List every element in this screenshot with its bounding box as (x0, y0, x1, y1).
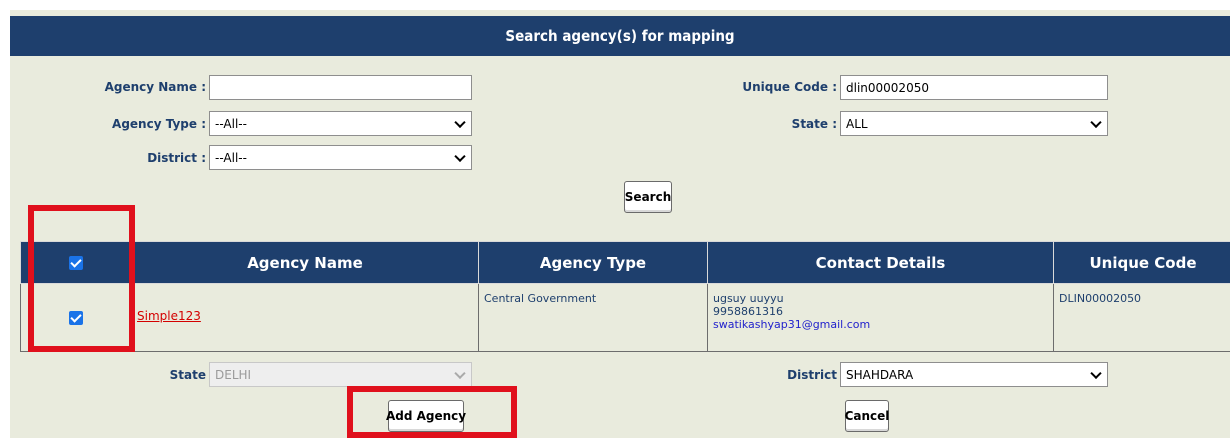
unique-code-cell: DLIN00002050 (1053, 283, 1230, 352)
results-table: Agency Name Agency Type Contact Details … (20, 241, 1230, 352)
agency-name-link[interactable]: Simple123 (137, 309, 201, 323)
district-value: --All-- (215, 150, 247, 165)
header-unique-code: Unique Code (1053, 241, 1230, 284)
header-contact-details: Contact Details (707, 241, 1054, 284)
map-district-select[interactable]: SHAHDARA (840, 362, 1108, 387)
district-select[interactable]: --All-- (209, 145, 472, 170)
agency-type-cell: Central Government (478, 283, 708, 352)
contact-name: ugsuy uuyyu (713, 292, 784, 305)
chevron-down-icon (1090, 116, 1102, 128)
chevron-down-icon (454, 150, 466, 162)
cancel-button[interactable]: Cancel (845, 400, 889, 432)
agency-type-select[interactable]: --All-- (209, 111, 472, 136)
page-title: Search agency(s) for mapping (10, 16, 1230, 56)
header-agency-name: Agency Name (131, 241, 479, 284)
agency-name-cell: Simple123 (131, 283, 479, 352)
state-label: State : (791, 117, 837, 131)
agency-name-label: Agency Name : (104, 80, 206, 94)
header-agency-type: Agency Type (478, 241, 708, 284)
unique-code-label: Unique Code : (742, 80, 837, 94)
contact-details-cell: ugsuy uuyyu 9958861316 swatikashyap31@gm… (707, 283, 1054, 352)
map-district-value: SHAHDARA (846, 367, 914, 382)
chevron-down-icon (454, 116, 466, 128)
contact-phone: 9958861316 (713, 305, 783, 318)
state-select[interactable]: ALL (840, 111, 1108, 136)
unique-code-input[interactable]: dlin00002050 (840, 75, 1108, 100)
district-label: District : (147, 151, 206, 165)
table-header-row: Agency Name Agency Type Contact Details … (20, 241, 1230, 284)
chevron-down-icon (454, 367, 466, 379)
map-district-label: District (787, 368, 837, 382)
agency-type-value: --All-- (215, 116, 247, 131)
agency-name-input[interactable] (209, 75, 472, 100)
agency-type-label: Agency Type : (112, 117, 206, 131)
highlight-box-add-agency (347, 386, 517, 438)
highlight-box-checkboxes (28, 205, 135, 352)
chevron-down-icon (1090, 367, 1102, 379)
map-state-label: State (169, 368, 206, 382)
map-state-value: DELHI (215, 367, 252, 382)
map-state-select: DELHI (209, 362, 472, 387)
search-button[interactable]: Search (624, 181, 672, 213)
state-value: ALL (846, 116, 868, 131)
table-row: Simple123 Central Government ugsuy uuyyu… (20, 283, 1230, 352)
contact-email: swatikashyap31@gmail.com (713, 318, 871, 331)
